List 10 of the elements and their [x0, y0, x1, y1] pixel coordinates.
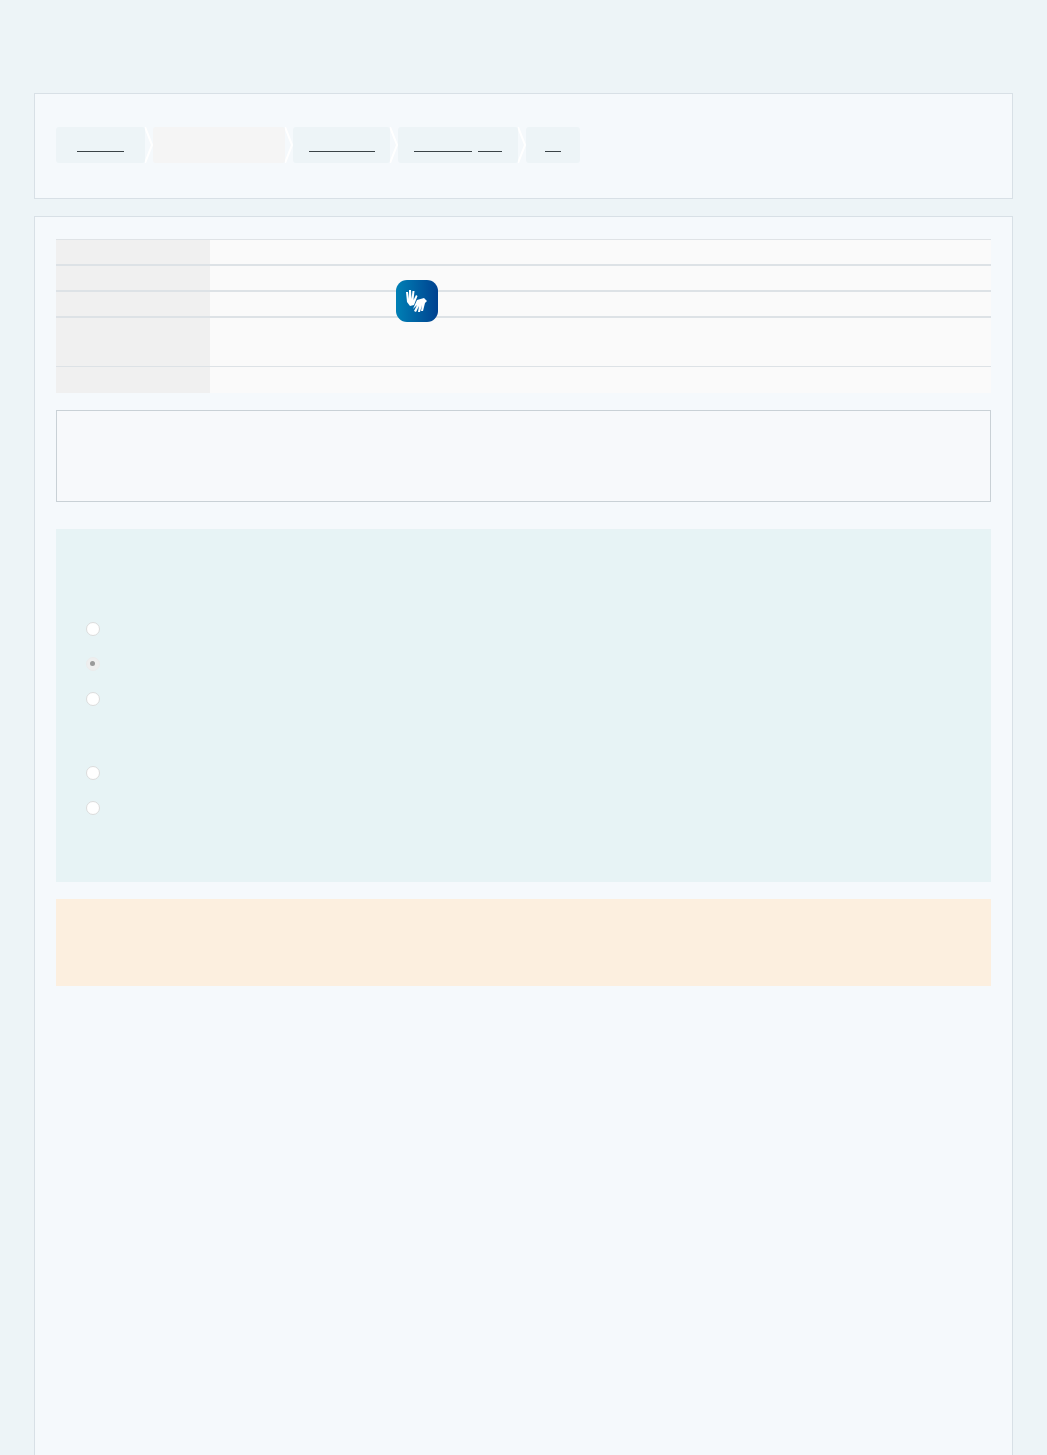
radio-button[interactable]	[86, 801, 100, 815]
breadcrumb-item[interactable]	[56, 127, 145, 163]
breadcrumb-item[interactable]	[526, 127, 580, 163]
radio-button[interactable]	[86, 692, 100, 706]
breadcrumb-item[interactable]	[293, 127, 390, 163]
radio-button[interactable]	[86, 657, 100, 671]
radio-button[interactable]	[86, 622, 100, 636]
radio-button[interactable]	[86, 766, 100, 780]
breadcrumb-item[interactable]	[398, 127, 518, 163]
sign-language-icon[interactable]	[396, 280, 438, 322]
